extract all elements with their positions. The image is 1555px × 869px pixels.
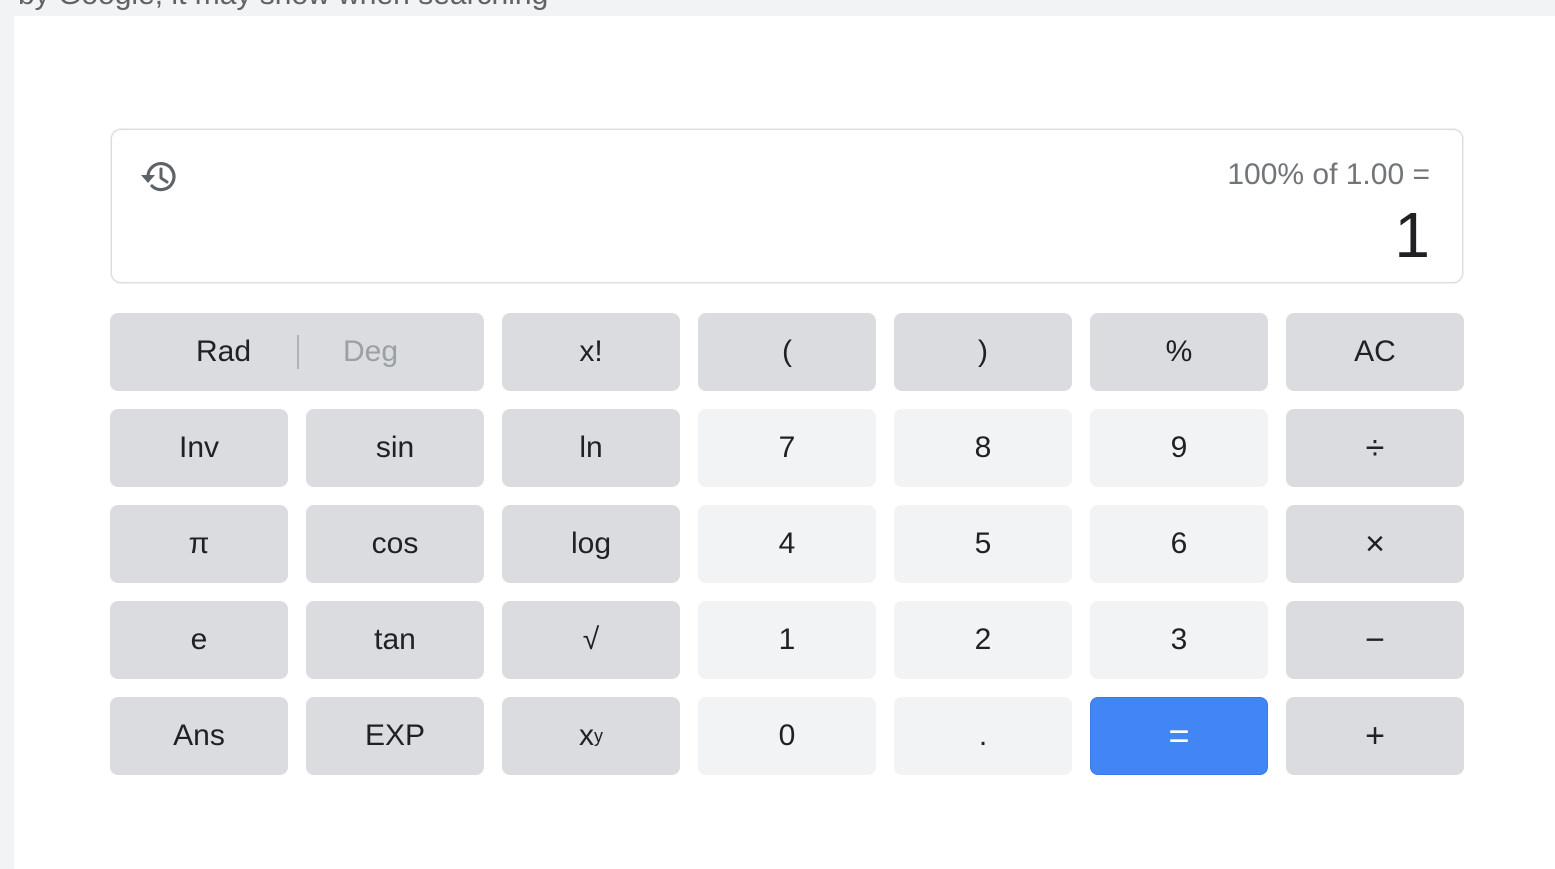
- result-text: 1: [1394, 199, 1430, 271]
- tan-button[interactable]: tan: [306, 601, 484, 679]
- exp-button[interactable]: EXP: [306, 697, 484, 775]
- digit-1-button[interactable]: 1: [698, 601, 876, 679]
- factorial-button[interactable]: x!: [502, 313, 680, 391]
- divide-button[interactable]: ÷: [1286, 409, 1464, 487]
- equals-button[interactable]: =: [1090, 697, 1268, 775]
- top-strip: by Google, it may show when searching: [0, 0, 1555, 16]
- percent-button[interactable]: %: [1090, 313, 1268, 391]
- digit-8-button[interactable]: 8: [894, 409, 1072, 487]
- decimal-point-button[interactable]: .: [894, 697, 1072, 775]
- ln-button[interactable]: ln: [502, 409, 680, 487]
- digit-6-button[interactable]: 6: [1090, 505, 1268, 583]
- open-paren-button[interactable]: (: [698, 313, 876, 391]
- digit-7-button[interactable]: 7: [698, 409, 876, 487]
- close-paren-button[interactable]: ): [894, 313, 1072, 391]
- multiply-button[interactable]: ×: [1286, 505, 1464, 583]
- digit-5-button[interactable]: 5: [894, 505, 1072, 583]
- deg-option[interactable]: Deg: [343, 335, 398, 369]
- digit-4-button[interactable]: 4: [698, 505, 876, 583]
- sqrt-button[interactable]: √: [502, 601, 680, 679]
- plus-button[interactable]: +: [1286, 697, 1464, 775]
- cut-off-text: by Google, it may show when searching: [18, 0, 548, 12]
- e-button[interactable]: e: [110, 601, 288, 679]
- rad-option[interactable]: Rad: [196, 335, 251, 369]
- all-clear-button[interactable]: AC: [1286, 313, 1464, 391]
- calculator-card: 100% of 1.00 = 1 Rad Deg x! ( ) % AC Inv…: [14, 16, 1555, 869]
- digit-9-button[interactable]: 9: [1090, 409, 1268, 487]
- digit-3-button[interactable]: 3: [1090, 601, 1268, 679]
- cos-button[interactable]: cos: [306, 505, 484, 583]
- sin-button[interactable]: sin: [306, 409, 484, 487]
- power-button[interactable]: xy: [502, 697, 680, 775]
- rad-deg-toggle[interactable]: Rad Deg: [110, 313, 484, 391]
- digit-0-button[interactable]: 0: [698, 697, 876, 775]
- expression-text: 100% of 1.00 =: [1227, 158, 1430, 191]
- rad-deg-divider: [297, 335, 299, 369]
- calculator-display: 100% of 1.00 = 1: [111, 129, 1463, 283]
- minus-button[interactable]: −: [1286, 601, 1464, 679]
- inverse-button[interactable]: Inv: [110, 409, 288, 487]
- answer-button[interactable]: Ans: [110, 697, 288, 775]
- digit-2-button[interactable]: 2: [894, 601, 1072, 679]
- log-button[interactable]: log: [502, 505, 680, 583]
- history-icon[interactable]: [136, 154, 182, 200]
- keypad: Rad Deg x! ( ) % AC Inv sin ln 7 8 9 ÷ π…: [110, 313, 1468, 777]
- pi-button[interactable]: π: [110, 505, 288, 583]
- power-base: x: [579, 719, 594, 752]
